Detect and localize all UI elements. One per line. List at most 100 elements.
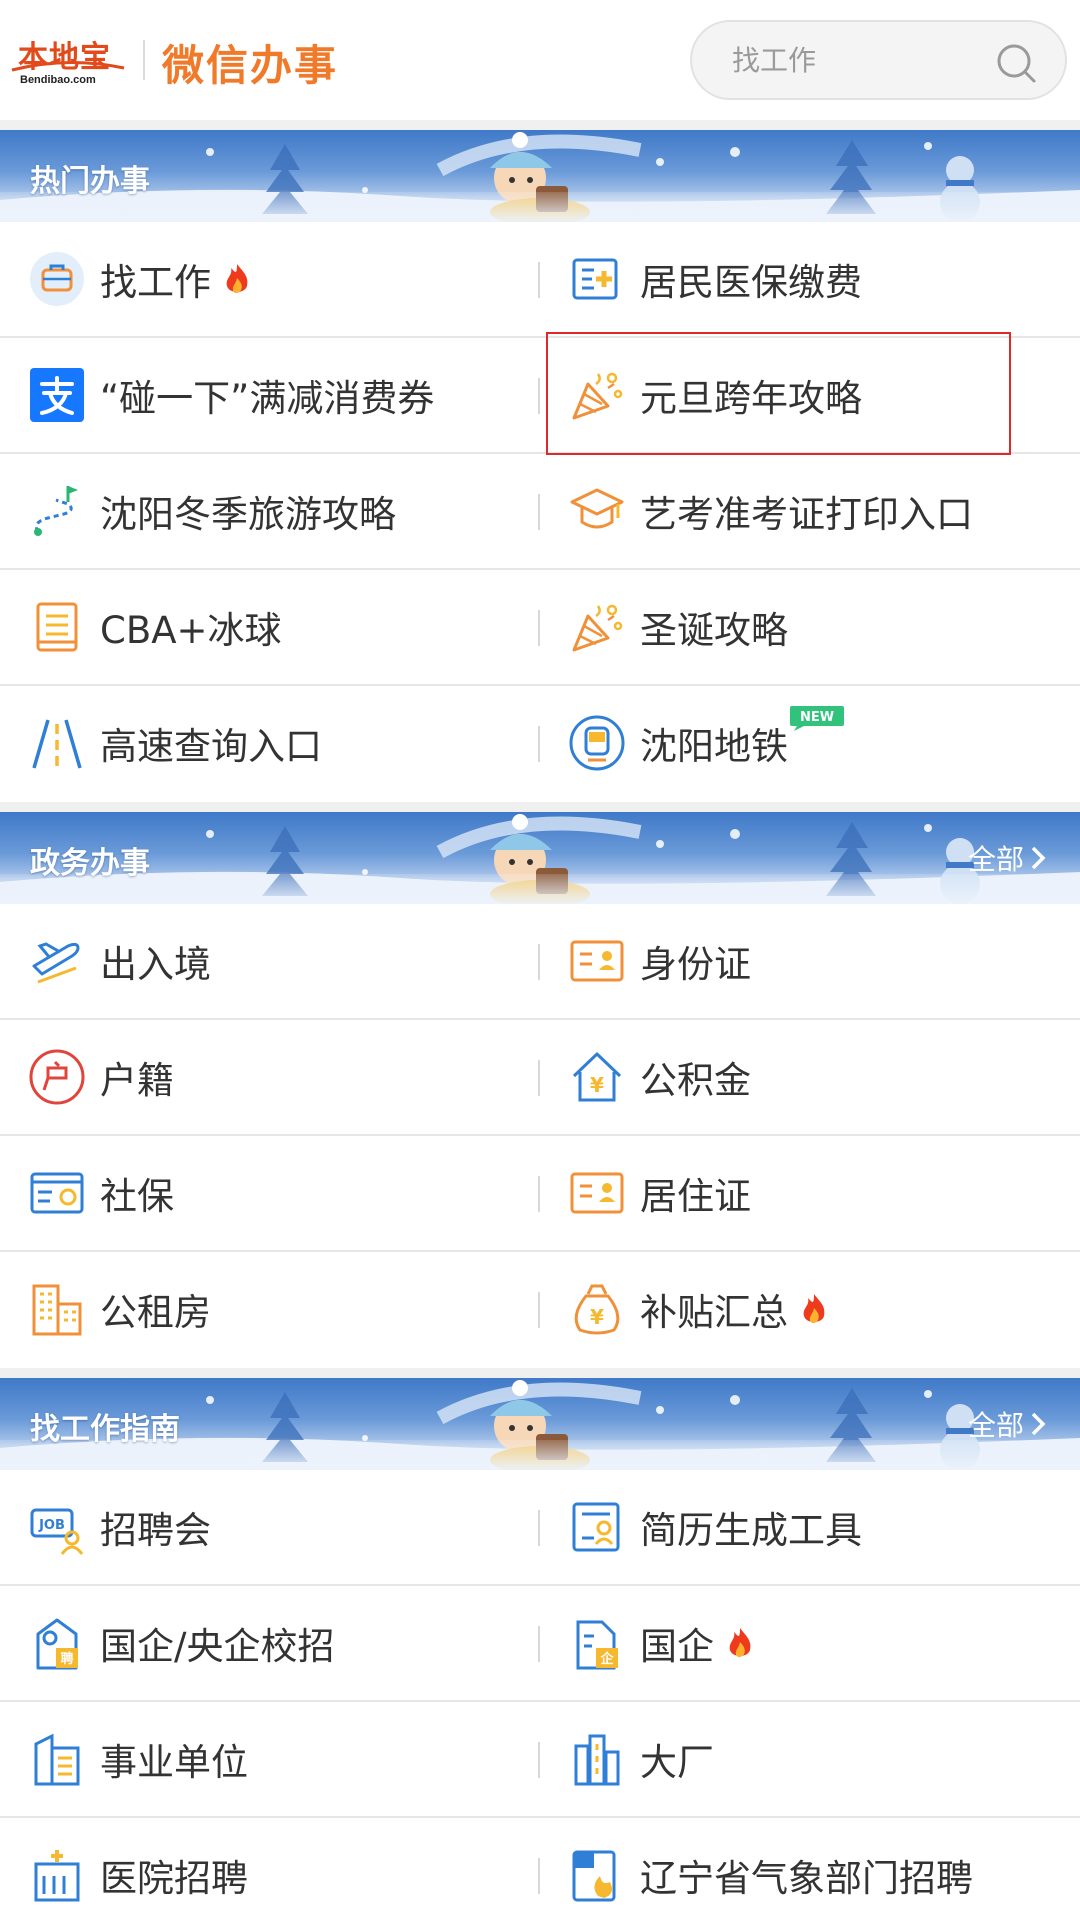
service-item[interactable]: 事业单位 — [28, 1702, 528, 1816]
bendibao-logo[interactable]: 本地宝 Bendibao.com — [10, 32, 128, 92]
service-label: 简历生成工具 — [640, 1509, 862, 1552]
money-bag-icon: ¥ — [574, 1284, 620, 1335]
service-label: 找工作 — [100, 261, 211, 304]
search-icon[interactable] — [995, 42, 1037, 84]
grid-row: 聘 国企/央企校招 企 国企 — [0, 1586, 1080, 1702]
service-item[interactable]: 元旦跨年攻略 — [568, 338, 1068, 452]
section-gap — [0, 802, 1080, 812]
view-all-label: 全部 — [967, 843, 1024, 876]
service-item[interactable]: 出入境 — [28, 904, 528, 1018]
service-label: 圣诞攻略 — [640, 609, 788, 652]
service-label: 高速查询入口 — [100, 725, 322, 768]
grid-row: 出入境 身份证 — [0, 904, 1080, 1020]
service-item[interactable]: 找工作 — [28, 222, 528, 336]
view-all-link[interactable]: 全部 — [968, 1404, 1046, 1444]
section-banner: 政务办事 全部 — [0, 812, 1080, 904]
housing-fund-icon: ¥ — [572, 1052, 622, 1102]
grid-row: CBA+冰球 圣诞攻略 — [0, 570, 1080, 686]
medical-card-icon — [572, 258, 618, 300]
social-security-icon — [30, 1172, 84, 1214]
cell-separator — [538, 1742, 540, 1778]
section-2: 找工作指南 全部 JOB 招聘会 简历生成工具 聘 国企/央企校招 企 国企 事… — [0, 1378, 1080, 1908]
fire-hot-icon — [803, 1294, 825, 1323]
service-item[interactable]: 医院招聘 — [28, 1818, 528, 1908]
service-item[interactable]: 居住证 — [568, 1136, 1068, 1250]
cell-separator — [538, 1176, 540, 1212]
service-label: 事业单位 — [100, 1741, 248, 1784]
cell-separator — [538, 610, 540, 646]
service-label: 招聘会 — [100, 1509, 211, 1552]
service-item[interactable]: 高速查询入口 — [28, 686, 528, 800]
chevron-right-icon — [1031, 846, 1046, 870]
service-label: 元旦跨年攻略 — [640, 377, 862, 420]
big-company-icon — [574, 1734, 620, 1786]
view-all-label: 全部 — [967, 1409, 1024, 1442]
service-item[interactable]: 圣诞攻略 — [568, 570, 1068, 684]
service-item[interactable]: 企 国企 — [568, 1586, 1068, 1700]
section-title: 政务办事 — [30, 846, 150, 881]
service-item[interactable]: ¥ 补贴汇总 — [568, 1252, 1068, 1366]
service-label: 社保 — [100, 1175, 174, 1218]
search-input[interactable] — [732, 40, 972, 80]
service-label: 辽宁省气象部门招聘 — [640, 1857, 973, 1900]
party-popper-icon — [572, 372, 623, 420]
service-item[interactable]: 公租房 — [28, 1252, 528, 1366]
service-label: 出入境 — [100, 943, 211, 986]
search-box[interactable] — [690, 20, 1067, 100]
party-popper-icon — [572, 604, 623, 652]
service-item[interactable]: 社保 — [28, 1136, 528, 1250]
highway-icon — [32, 719, 82, 769]
service-item[interactable]: ¥ 公积金 — [568, 1020, 1068, 1134]
service-label: 身份证 — [640, 943, 751, 986]
service-item[interactable]: “碰一下”满减消费券 — [28, 338, 528, 452]
svg-text:JOB: JOB — [38, 1518, 65, 1533]
section-1: 政务办事 全部 出入境 身份证 户籍 ¥ 公积金 社保 居住证 公租房 ¥ 补贴… — [0, 812, 1080, 1368]
state-enterprise-icon: 企 — [576, 1620, 618, 1670]
cell-separator — [538, 1858, 540, 1894]
residence-card-icon — [570, 1172, 624, 1214]
service-item[interactable]: 户籍 — [28, 1020, 528, 1134]
cell-separator — [538, 1292, 540, 1328]
service-label: “碰一下”满减消费券 — [100, 377, 435, 420]
section-banner: 找工作指南 全部 — [0, 1378, 1080, 1470]
service-label: 居住证 — [640, 1175, 751, 1218]
service-item[interactable]: 简历生成工具 — [568, 1470, 1068, 1584]
service-label: 大厂 — [640, 1741, 714, 1784]
service-item[interactable]: 聘 国企/央企校招 — [28, 1586, 528, 1700]
campus-hire-icon: 聘 — [36, 1618, 78, 1670]
logo-sub-text: Bendibao.com — [20, 74, 96, 86]
chevron-right-icon — [1031, 1412, 1046, 1436]
service-item[interactable]: 沈阳冬季旅游攻略 — [28, 454, 528, 568]
service-label: 补贴汇总 — [640, 1291, 788, 1334]
svg-text:聘: 聘 — [60, 1651, 73, 1667]
service-item[interactable]: 大厂 — [568, 1702, 1068, 1816]
hospital-icon — [34, 1850, 80, 1902]
fire-hot-icon — [226, 264, 248, 293]
service-item[interactable]: JOB 招聘会 — [28, 1470, 528, 1584]
briefcase-icon — [30, 252, 84, 306]
metro-icon — [569, 715, 625, 771]
header-divider — [143, 40, 145, 80]
service-item[interactable]: 艺考准考证打印入口 — [568, 454, 1068, 568]
cell-separator — [538, 494, 540, 530]
grid-row: 社保 居住证 — [0, 1136, 1080, 1252]
section-title: 热门办事 — [30, 164, 150, 199]
service-item[interactable]: 沈阳地铁 NEW — [568, 686, 1068, 800]
section-gap — [0, 1368, 1080, 1378]
cell-separator — [538, 1060, 540, 1096]
service-item[interactable]: 身份证 — [568, 904, 1068, 1018]
service-label: 公积金 — [640, 1059, 751, 1102]
service-item[interactable]: CBA+冰球 — [28, 570, 528, 684]
grid-row: 沈阳冬季旅游攻略 艺考准考证打印入口 — [0, 454, 1080, 570]
cell-separator — [538, 262, 540, 298]
resume-icon — [572, 1502, 620, 1552]
service-item[interactable]: 辽宁省气象部门招聘 — [568, 1818, 1068, 1908]
service-label: 户籍 — [100, 1059, 174, 1102]
cell-separator — [538, 1510, 540, 1546]
service-label: 居民医保缴费 — [640, 261, 862, 304]
service-label: 沈阳冬季旅游攻略 — [100, 493, 396, 536]
service-item[interactable]: 居民医保缴费 — [568, 222, 1068, 336]
cell-separator — [538, 726, 540, 762]
service-label: 国企 — [640, 1625, 714, 1668]
view-all-link[interactable]: 全部 — [968, 838, 1046, 878]
